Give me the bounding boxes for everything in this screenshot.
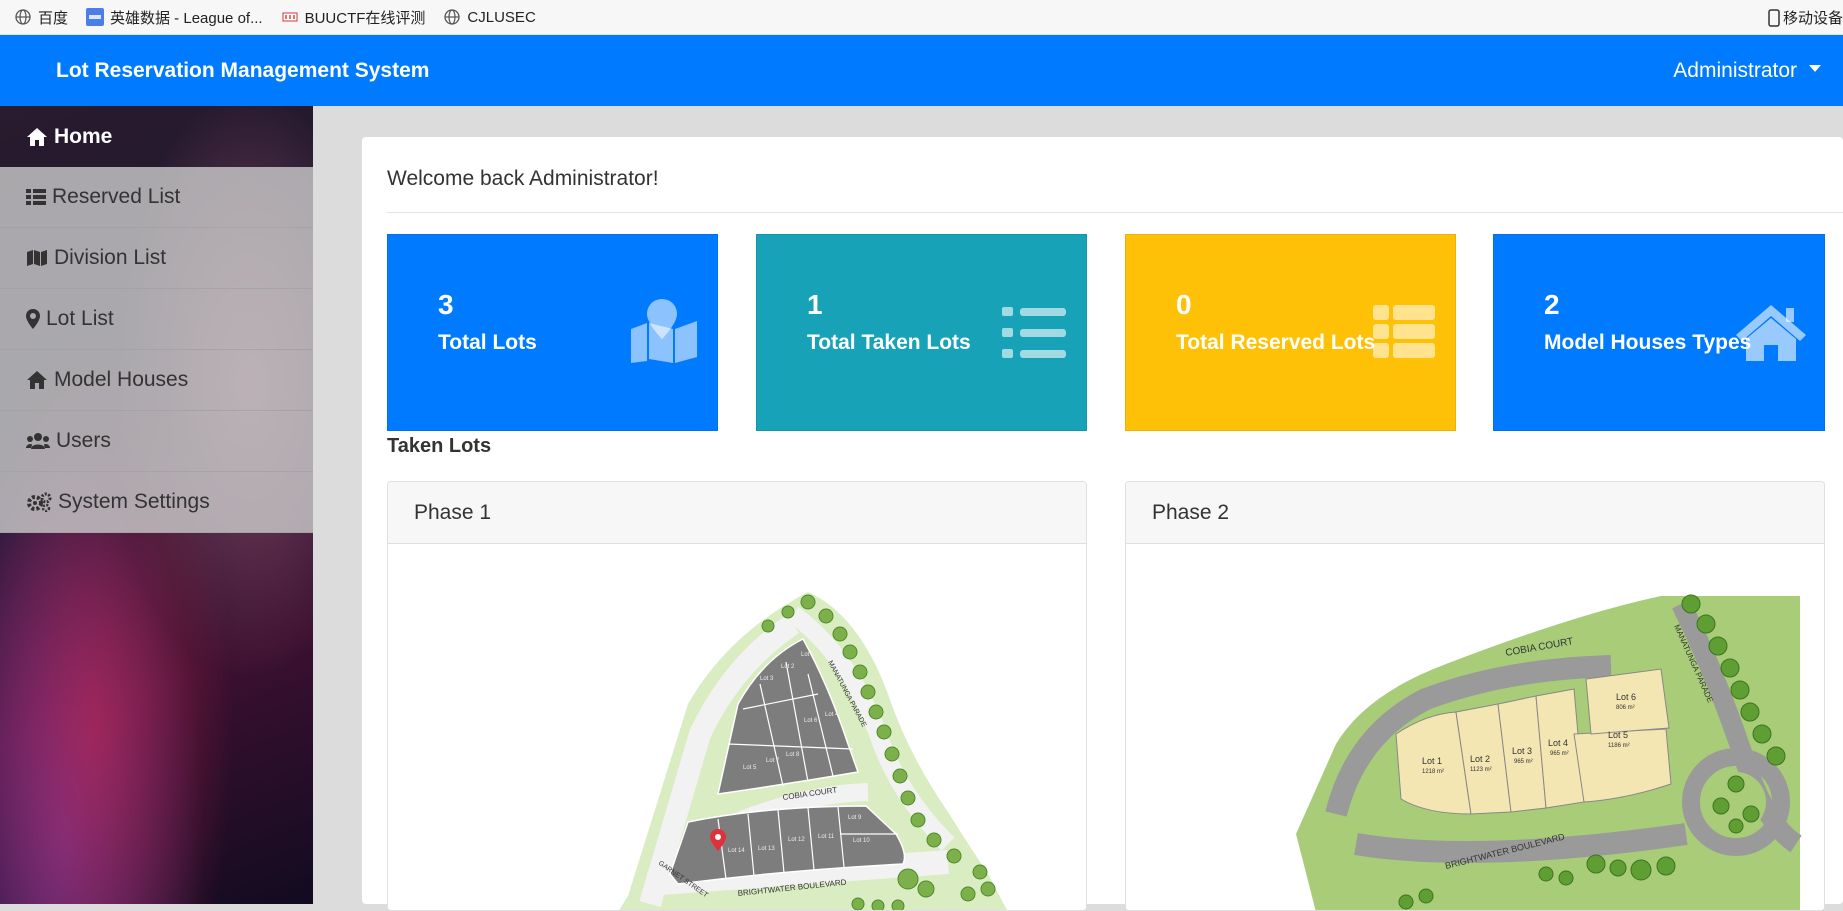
lot-area: 965 m²: [1514, 759, 1533, 765]
bookmark-opgg[interactable]: 英雄数据 - League of...: [86, 7, 263, 28]
stat-label: Total Reserved Lots: [1176, 331, 1376, 354]
stat-label: Model Houses Types: [1544, 331, 1752, 354]
phase-card-1: Phase 1 COBIA COURT MANATUNGA PARADE GAR…: [387, 481, 1087, 911]
bookmark-baidu[interactable]: 百度: [14, 7, 68, 28]
lot-label: Lot 4: [825, 712, 839, 718]
lot-label: Lot 2: [1470, 754, 1490, 764]
lot-label: Lot 6: [804, 718, 818, 724]
phase-1-lot-map[interactable]: COBIA COURT MANATUNGA PARADE GARNET STRE…: [388, 544, 1087, 911]
user-name: Administrator: [1673, 59, 1797, 82]
home-icon: [1736, 305, 1806, 361]
welcome-message: Welcome back Administrator!: [387, 167, 659, 190]
bookmark-buuctf[interactable]: BUUCTF在线评测: [281, 7, 426, 28]
lot-label: Lot 14: [728, 848, 745, 854]
list-icon: [26, 189, 46, 205]
map-icon: [631, 299, 697, 363]
bookmark-label: BUUCTF在线评测: [304, 9, 426, 27]
sidebar-item-label: Division List: [54, 246, 167, 269]
divider: [387, 212, 1843, 213]
sidebar-item-users[interactable]: Users: [0, 411, 313, 472]
lot-label: Lot 7: [766, 758, 780, 764]
stat-value: 0: [1176, 289, 1192, 320]
mobile-bookmarks-label: 移动设备: [1782, 10, 1843, 27]
lot-area: 965 m²: [1550, 751, 1569, 757]
sidebar-item-label: Home: [54, 124, 113, 148]
stat-value: 2: [1544, 289, 1560, 320]
sidebar-item-label: Model Houses: [54, 368, 189, 391]
sidebar: Home Reserved List Division List Lot Lis…: [0, 106, 313, 904]
phase-card-2: Phase 2 COBIA COURT MANATUNGA PARADE BRI…: [1125, 481, 1825, 911]
lot-label: Lot 2: [781, 664, 795, 670]
sidebar-item-reserved-list[interactable]: Reserved List: [0, 167, 313, 228]
phase-title: Phase 2: [1126, 482, 1824, 544]
cogs-icon: [27, 492, 52, 512]
stat-card-total-taken-lots[interactable]: 1 Total Taken Lots: [756, 234, 1087, 431]
sidebar-item-home[interactable]: Home: [0, 106, 313, 167]
lot-area: 1218 m²: [1422, 769, 1444, 775]
globe-icon: [443, 8, 461, 26]
stat-card-total-lots[interactable]: 3 Total Lots: [387, 234, 718, 431]
lot-area: 1123 m²: [1470, 767, 1492, 773]
lot-label: Lot 9: [848, 815, 862, 821]
home-icon: [27, 371, 47, 389]
buuctf-icon: [281, 8, 299, 26]
bookmarks-bar: 百度 英雄数据 - League of... BUUCTF在线评测 CJLUSE…: [0, 0, 1843, 35]
lot-label: Lot 13: [758, 846, 775, 852]
taken-lots-heading: Taken Lots: [387, 435, 492, 457]
chevron-down-icon: [1809, 65, 1821, 72]
sidebar-item-division-list[interactable]: Division List: [0, 228, 313, 289]
mobile-device-icon: [1768, 8, 1780, 27]
lot-label: Lot 3: [1512, 746, 1532, 756]
bookmark-label: 百度: [38, 9, 69, 27]
list-icon: [1002, 307, 1066, 358]
mobile-bookmarks[interactable]: 移动设备: [1768, 0, 1843, 35]
lot-label: Lot 5: [743, 765, 757, 771]
lot-label: Lot 1: [1422, 756, 1442, 766]
lot-label: Lot 12: [788, 837, 805, 843]
bookmark-label: CJLUSEC: [467, 8, 536, 26]
globe-icon: [14, 8, 32, 26]
phase-title: Phase 1: [388, 482, 1086, 544]
user-menu[interactable]: Administrator: [1673, 35, 1821, 106]
stat-value: 3: [438, 289, 454, 320]
sidebar-item-label: Users: [56, 429, 111, 452]
map-icon: [27, 250, 47, 266]
phase-2-lot-map[interactable]: COBIA COURT MANATUNGA PARADE BRIGHTWATER…: [1126, 544, 1825, 911]
brand-title[interactable]: Lot Reservation Management System: [56, 35, 429, 106]
users-icon: [26, 433, 50, 449]
stat-card-total-reserved-lots[interactable]: 0 Total Reserved Lots: [1125, 234, 1456, 431]
lot-label: Lot 5: [1608, 730, 1628, 740]
sidebar-item-lot-list[interactable]: Lot List: [0, 289, 313, 350]
lot-label: Lot 1: [801, 652, 815, 658]
lot-label: Lot 11: [818, 834, 835, 840]
lot-label: Lot 6: [1616, 692, 1636, 702]
stat-card-model-houses-types[interactable]: 2 Model Houses Types: [1493, 234, 1825, 431]
stat-value: 1: [807, 289, 823, 320]
sidebar-item-label: System Settings: [58, 490, 210, 513]
map-marker-icon: [26, 309, 40, 329]
th-list-icon: [1373, 305, 1435, 358]
lot-label: Lot 3: [760, 676, 774, 682]
lot-label: Lot 4: [1548, 738, 1568, 748]
lot-label: Lot 8: [786, 752, 800, 758]
sidebar-item-system-settings[interactable]: System Settings: [0, 472, 313, 533]
stat-label: Total Lots: [438, 331, 537, 354]
sidebar-item-label: Lot List: [46, 307, 114, 330]
bookmark-cjlusec[interactable]: CJLUSEC: [443, 8, 536, 26]
lot-area: 806 m²: [1616, 705, 1635, 711]
sidebar-item-label: Reserved List: [52, 185, 181, 208]
top-navbar: Lot Reservation Management System Admini…: [0, 35, 1843, 106]
lot-area: 1186 m²: [1608, 743, 1630, 749]
sidebar-item-model-houses[interactable]: Model Houses: [0, 350, 313, 411]
stat-label: Total Taken Lots: [807, 331, 971, 354]
dashboard-card: Welcome back Administrator! 3 Total Lots…: [362, 137, 1843, 911]
lot-label: Lot 10: [853, 838, 870, 844]
opgg-icon: [86, 8, 105, 26]
bookmark-label: 英雄数据 - League of...: [110, 9, 263, 27]
home-icon: [27, 127, 47, 146]
